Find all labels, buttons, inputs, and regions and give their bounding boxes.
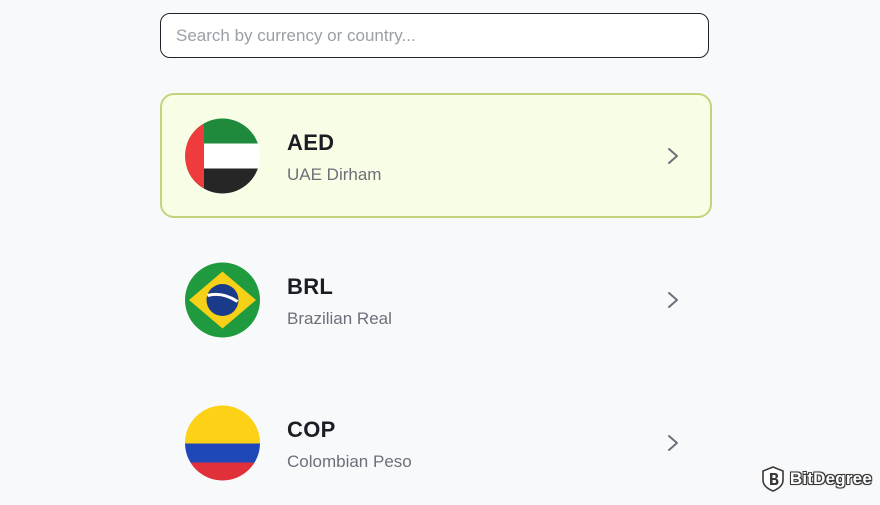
colombia-flag-icon	[185, 405, 260, 480]
brazil-flag-icon	[185, 262, 260, 337]
currency-code: AED	[287, 130, 335, 155]
currency-name: UAE Dirham	[287, 165, 382, 184]
currency-item-aed[interactable]: AED UAE Dirham	[160, 93, 712, 218]
search-input[interactable]	[161, 14, 708, 57]
currency-code: BRL	[287, 274, 334, 299]
bitdegree-logo-icon	[762, 466, 784, 492]
currency-code: COP	[287, 417, 336, 442]
currency-name: Colombian Peso	[287, 452, 412, 471]
watermark-text: BitDegree	[789, 469, 872, 488]
chevron-right-icon	[666, 147, 680, 165]
search-box[interactable]	[160, 13, 709, 58]
currency-item-brl[interactable]: BRL Brazilian Real	[160, 237, 712, 362]
currency-item-cop[interactable]: COP Colombian Peso	[160, 380, 712, 505]
uae-flag-icon	[185, 118, 260, 193]
chevron-right-icon	[666, 291, 680, 309]
chevron-right-icon	[666, 434, 680, 452]
bitdegree-watermark: BitDegree	[762, 466, 872, 492]
currency-name: Brazilian Real	[287, 309, 392, 328]
